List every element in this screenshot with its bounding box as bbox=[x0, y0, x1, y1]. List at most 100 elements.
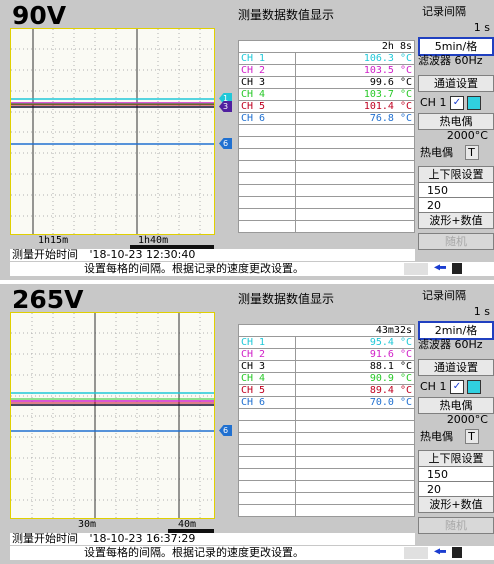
clock-area: ◀▬ bbox=[398, 262, 494, 276]
start-time-value: '18-10-23 12:30:40 bbox=[89, 248, 196, 261]
table-row: CH 1 106.3 °C bbox=[238, 52, 415, 65]
ch6-marker: 6 bbox=[219, 138, 232, 149]
thermo-label-text: 热电偶 bbox=[420, 430, 453, 443]
channel-settings-button[interactable]: 通道设置 bbox=[418, 75, 494, 92]
table-row: CH 5 101.4 °C bbox=[238, 100, 415, 113]
memory-card-icon bbox=[452, 263, 462, 274]
voltage-label: 265V bbox=[12, 285, 84, 314]
table-row bbox=[238, 480, 415, 493]
color-swatch-icon bbox=[467, 380, 482, 394]
settings-sidebar: 记录间隔 1 s 5min/格 滤波器 60Hz 通道设置 CH 1 ✓ 热电偶… bbox=[418, 0, 494, 280]
time-tick: 30m bbox=[78, 519, 97, 530]
table-row bbox=[238, 196, 415, 209]
table-row bbox=[238, 184, 415, 197]
table-row: CH 6 70.0 °C bbox=[238, 396, 415, 409]
settings-sidebar: 记录间隔 1 s 2min/格 滤波器 60Hz 通道设置 CH 1 ✓ 热电偶… bbox=[418, 284, 494, 564]
usb-plug-icon: ◀▬ bbox=[434, 546, 447, 557]
display-mode-button[interactable]: 波形+数值 bbox=[418, 212, 494, 229]
thermo-label-text: 热电偶 bbox=[420, 146, 453, 159]
table-row bbox=[238, 208, 415, 221]
waveform-graph[interactable] bbox=[10, 28, 215, 235]
table-row bbox=[238, 408, 415, 421]
voltage-label: 90V bbox=[12, 1, 67, 30]
channel-select[interactable]: CH 1 ✓ bbox=[418, 379, 494, 394]
table-row: CH 6 76.8 °C bbox=[238, 112, 415, 125]
ch6-marker: 6 bbox=[219, 425, 232, 436]
grid-major bbox=[11, 29, 214, 234]
table-row bbox=[238, 124, 415, 137]
interval-value: 1 s bbox=[473, 21, 490, 34]
checkbox-icon[interactable]: ✓ bbox=[449, 96, 464, 110]
channel-select-label: CH 1 bbox=[420, 380, 447, 393]
grid-minor bbox=[11, 29, 214, 234]
status-bar: 测量开始时间 '18-10-23 16:37:29 bbox=[10, 533, 415, 545]
waveform-svg bbox=[11, 313, 214, 518]
interval-title: 记录间隔 bbox=[422, 5, 466, 18]
channel-settings-button[interactable]: 通道设置 bbox=[418, 359, 494, 376]
elapsed-time: 43m32s bbox=[238, 324, 415, 337]
table-row: CH 3 88.1 °C bbox=[238, 360, 415, 373]
waveform-svg bbox=[11, 29, 214, 234]
table-row bbox=[238, 160, 415, 173]
color-swatch-icon bbox=[467, 96, 482, 110]
display-mode-button[interactable]: 波形+数值 bbox=[418, 496, 494, 513]
help-message-text: 设置每格的间隔。根据记录的速度更改设置。 bbox=[84, 546, 304, 559]
recorder-panel-265v: 265V 6 30m 40m 测量数据数值显示 43m32s CH 1 95.4… bbox=[0, 284, 494, 564]
channel-select-label: CH 1 bbox=[420, 96, 447, 109]
table-row bbox=[238, 148, 415, 161]
table-title: 测量数据数值显示 bbox=[238, 8, 335, 22]
measurement-table: 43m32s CH 1 95.4 °C CH 2 91.6 °C CH 3 88.1 … bbox=[238, 324, 415, 517]
clock-icon bbox=[404, 547, 428, 559]
disabled-button: 随机 bbox=[418, 233, 494, 250]
help-message: 设置每格的间隔。根据记录的速度更改设置。 bbox=[10, 262, 415, 276]
grid-minor bbox=[11, 313, 214, 518]
table-row bbox=[238, 468, 415, 481]
thermo-label: 热电偶 T bbox=[418, 429, 494, 444]
status-bar: 测量开始时间 '18-10-23 12:30:40 bbox=[10, 249, 415, 261]
table-row bbox=[238, 220, 415, 233]
thermo-range: 2000°C bbox=[446, 129, 488, 142]
table-row bbox=[238, 492, 415, 505]
time-tick: 1h15m bbox=[38, 235, 69, 246]
thermo-code-button[interactable]: T bbox=[464, 145, 479, 160]
recorder-panel-90v: 90V 1 3 6 1h15m 1h40m 测量数据数值显示 2h 8s CH … bbox=[0, 0, 494, 280]
filter-label: 滤波器 60Hz bbox=[418, 54, 483, 67]
table-row bbox=[238, 136, 415, 149]
start-time-label: 测量开始时间 bbox=[12, 248, 78, 261]
usb-plug-icon: ◀▬ bbox=[434, 262, 447, 273]
ch3-marker: 3 bbox=[219, 101, 232, 112]
table-row: CH 4 90.9 °C bbox=[238, 372, 415, 385]
help-message: 设置每格的间隔。根据记录的速度更改设置。 bbox=[10, 546, 415, 560]
channel-select[interactable]: CH 1 ✓ bbox=[418, 95, 494, 110]
clock-icon bbox=[404, 263, 428, 275]
measurement-table: 2h 8s CH 1 106.3 °C CH 2 103.5 °C CH 3 99.6… bbox=[238, 40, 415, 233]
interval-title: 记录间隔 bbox=[422, 289, 466, 302]
table-row: CH 3 99.6 °C bbox=[238, 76, 415, 89]
table-row bbox=[238, 172, 415, 185]
table-row: CH 1 95.4 °C bbox=[238, 336, 415, 349]
thermo-range: 2000°C bbox=[446, 413, 488, 426]
table-title: 测量数据数值显示 bbox=[238, 292, 335, 306]
table-row: CH 5 89.4 °C bbox=[238, 384, 415, 397]
filter-label: 滤波器 60Hz bbox=[418, 338, 483, 351]
table-row bbox=[238, 504, 415, 517]
waveform-graph[interactable] bbox=[10, 312, 215, 519]
checkbox-icon[interactable]: ✓ bbox=[449, 380, 464, 394]
clock-area: ◀▬ bbox=[398, 546, 494, 560]
memory-card-icon bbox=[452, 547, 462, 558]
thermo-code-button[interactable]: T bbox=[464, 429, 479, 444]
interval-value: 1 s bbox=[473, 305, 490, 318]
table-row bbox=[238, 432, 415, 445]
table-row bbox=[238, 444, 415, 457]
start-time-value: '18-10-23 16:37:29 bbox=[89, 532, 196, 545]
help-message-text: 设置每格的间隔。根据记录的速度更改设置。 bbox=[84, 262, 304, 275]
table-row bbox=[238, 420, 415, 433]
disabled-button: 随机 bbox=[418, 517, 494, 534]
thermo-label: 热电偶 T bbox=[418, 145, 494, 160]
table-row bbox=[238, 456, 415, 469]
limits-settings-button[interactable]: 上下限设置 bbox=[418, 450, 494, 467]
limits-settings-button[interactable]: 上下限设置 bbox=[418, 166, 494, 183]
table-row: CH 4 103.7 °C bbox=[238, 88, 415, 101]
elapsed-time: 2h 8s bbox=[238, 40, 415, 53]
start-time-label: 测量开始时间 bbox=[12, 532, 78, 545]
